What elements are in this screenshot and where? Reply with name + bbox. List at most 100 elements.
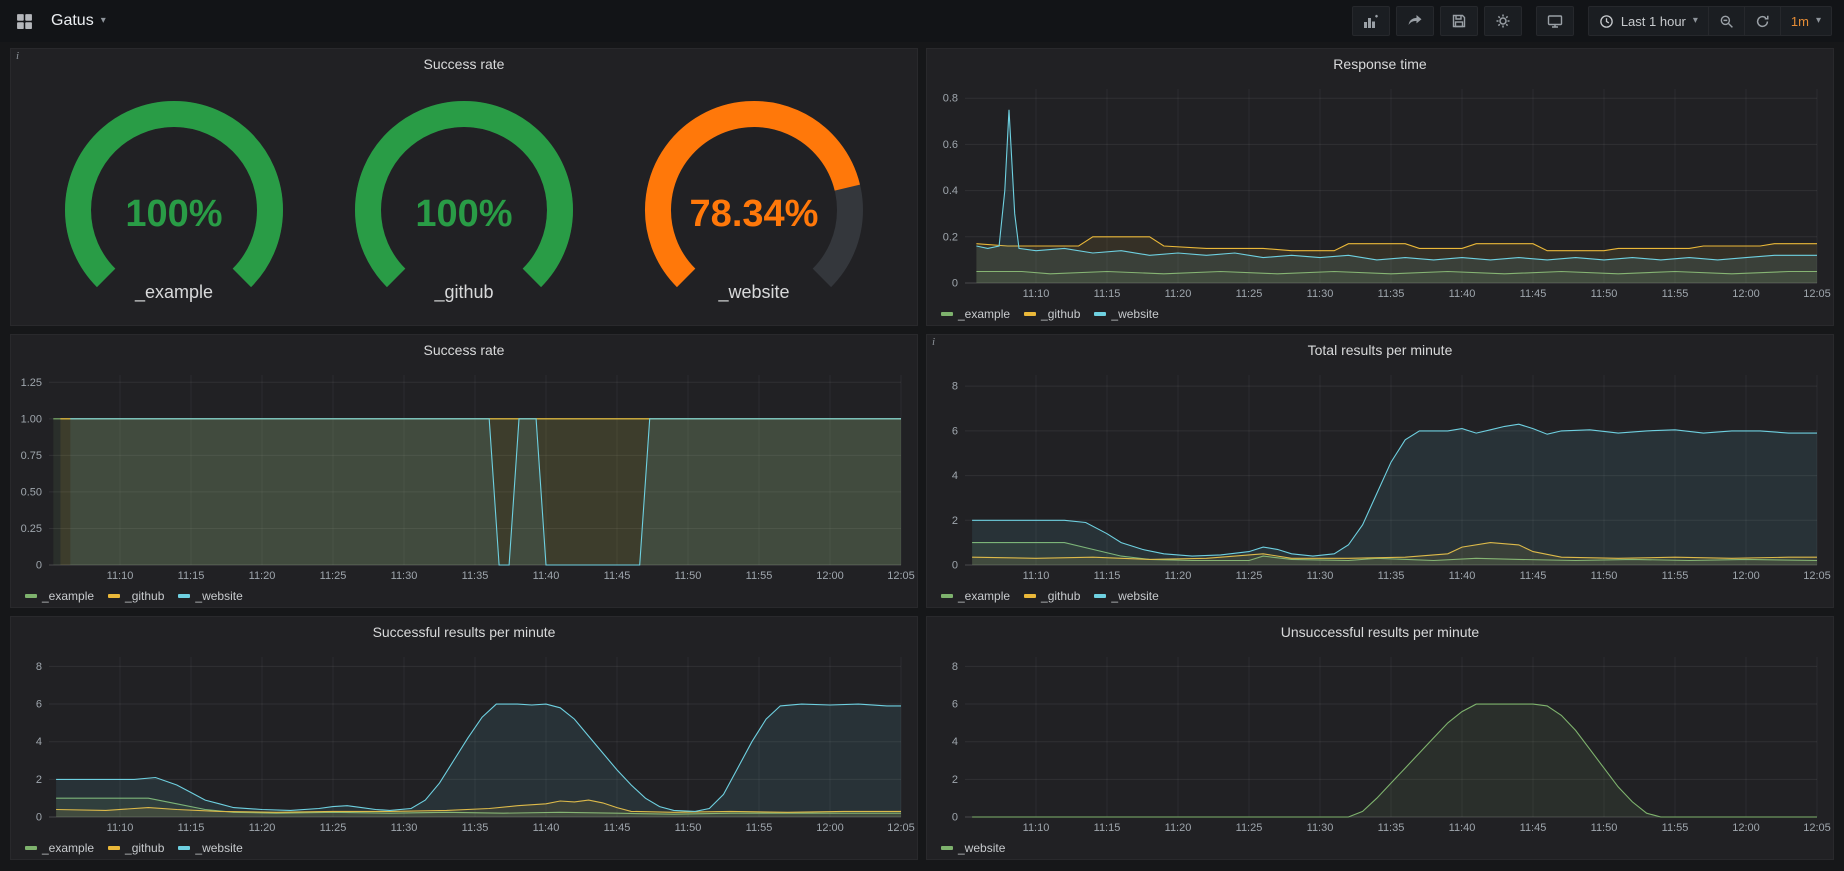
legend-color-icon: [108, 846, 120, 850]
y-tick-label: 8: [952, 381, 958, 393]
y-tick-label: 6: [36, 699, 42, 711]
legend-color-icon: [25, 594, 37, 598]
refresh-interval-dropdown[interactable]: 1m ▾: [1780, 6, 1832, 36]
gauge-canvas: 100%_example: [49, 98, 299, 303]
x-tick-label: 12:00: [1732, 288, 1760, 300]
y-tick-label: 2: [36, 774, 42, 786]
y-tick-label: 0: [952, 812, 958, 824]
legend-color-icon: [178, 846, 190, 850]
caret-down-icon: ▾: [1693, 16, 1698, 26]
panel-unsuccessful-results: Unsuccessful results per minute 11:1011:…: [926, 616, 1834, 860]
time-range-picker[interactable]: Last 1 hour ▾: [1588, 6, 1708, 36]
panel-title[interactable]: Success rate: [11, 49, 917, 79]
x-tick-label: 11:50: [1591, 288, 1618, 300]
panel-success-rate-timeseries: Success rate 11:1011:1511:2011:2511:3011…: [10, 334, 918, 608]
dashboard-title-dropdown[interactable]: Gatus ▾: [45, 8, 112, 34]
legend-item[interactable]: _website: [1094, 589, 1158, 603]
legend-label: _github: [1041, 307, 1080, 321]
legend-item[interactable]: _example: [25, 589, 94, 603]
chart-canvas[interactable]: 11:1011:1511:2011:2511:3011:3511:4011:45…: [927, 365, 1833, 585]
x-tick-label: 11:30: [1307, 570, 1334, 582]
x-tick-label: 11:55: [1662, 570, 1689, 582]
chart-canvas[interactable]: 11:1011:1511:2011:2511:3011:3511:4011:45…: [927, 79, 1833, 303]
total-results-chart[interactable]: 11:1011:1511:2011:2511:3011:3511:4011:45…: [927, 365, 1833, 585]
gauge-value: 78.34%: [690, 193, 819, 235]
legend-item[interactable]: _website: [178, 841, 242, 855]
successful-results-chart[interactable]: 11:1011:1511:2011:2511:3011:3511:4011:45…: [11, 647, 917, 837]
panel-title[interactable]: Successful results per minute: [11, 617, 917, 647]
settings-button[interactable]: [1484, 6, 1522, 36]
x-tick-label: 11:40: [533, 822, 560, 834]
cycle-view-button[interactable]: [1536, 6, 1574, 36]
refresh-button[interactable]: [1744, 6, 1780, 36]
legend-label: _github: [125, 841, 164, 855]
panel-title[interactable]: Total results per minute: [927, 335, 1833, 365]
legend-color-icon: [1094, 594, 1106, 598]
x-tick-label: 11:10: [1023, 570, 1050, 582]
panel-info-icon[interactable]: i: [16, 50, 19, 62]
x-tick-label: 12:05: [887, 570, 915, 582]
x-tick-label: 11:30: [391, 822, 418, 834]
refresh-interval-label: 1m: [1791, 14, 1809, 29]
y-tick-label: 1.25: [21, 377, 42, 389]
share-button[interactable]: [1396, 6, 1434, 36]
legend: _example _github _website: [927, 585, 1833, 607]
x-tick-label: 12:05: [887, 822, 915, 834]
x-tick-label: 11:55: [746, 822, 773, 834]
legend-label: _example: [958, 589, 1010, 603]
legend: _example _github _website: [11, 837, 917, 859]
legend-item[interactable]: _github: [108, 589, 164, 603]
legend-color-icon: [25, 846, 37, 850]
chart-canvas[interactable]: 11:1011:1511:2011:2511:3011:3511:4011:45…: [11, 365, 917, 585]
x-tick-label: 11:35: [462, 570, 489, 582]
panel-title[interactable]: Unsuccessful results per minute: [927, 617, 1833, 647]
legend-item[interactable]: _github: [1024, 589, 1080, 603]
panel-info-icon[interactable]: i: [932, 336, 935, 348]
legend-color-icon: [1024, 312, 1036, 316]
panel-total-results: i Total results per minute 11:1011:1511:…: [926, 334, 1834, 608]
caret-down-icon: ▾: [1816, 16, 1821, 26]
panel-title[interactable]: Success rate: [11, 335, 917, 365]
x-tick-label: 12:00: [1732, 570, 1760, 582]
x-tick-label: 11:55: [1662, 288, 1689, 300]
legend: _website: [927, 837, 1833, 859]
y-tick-label: 6: [952, 425, 958, 437]
add-panel-button[interactable]: [1352, 6, 1390, 36]
y-tick-label: 0: [36, 560, 42, 572]
x-tick-label: 11:35: [1378, 288, 1405, 300]
save-button[interactable]: [1440, 6, 1478, 36]
chart-canvas[interactable]: 11:1011:1511:2011:2511:3011:3511:4011:45…: [11, 647, 917, 837]
panel-title[interactable]: Response time: [927, 49, 1833, 79]
legend-item[interactable]: _example: [941, 589, 1010, 603]
gauge-canvas: 100%_github: [339, 98, 589, 303]
legend-item[interactable]: _github: [108, 841, 164, 855]
legend-item[interactable]: _example: [25, 841, 94, 855]
zoom-out-button[interactable]: [1708, 6, 1744, 36]
save-icon: [1451, 13, 1467, 29]
navbar-left: Gatus ▾: [12, 8, 112, 34]
x-tick-label: 11:15: [178, 822, 205, 834]
legend-item[interactable]: _example: [941, 307, 1010, 321]
x-tick-label: 12:05: [1803, 570, 1831, 582]
legend-item[interactable]: _website: [1094, 307, 1158, 321]
refresh-icon: [1755, 14, 1770, 29]
legend-label: _website: [195, 589, 242, 603]
x-tick-label: 11:25: [1236, 570, 1263, 582]
legend-label: _website: [1111, 307, 1158, 321]
legend-item[interactable]: _website: [941, 841, 1005, 855]
x-tick-label: 11:40: [1449, 288, 1476, 300]
chart-canvas[interactable]: 11:1011:1511:2011:2511:3011:3511:4011:45…: [927, 647, 1833, 837]
response-time-chart[interactable]: 11:1011:1511:2011:2511:3011:3511:4011:45…: [927, 79, 1833, 303]
legend-color-icon: [941, 312, 953, 316]
cycle-view-icon: [1547, 13, 1563, 29]
x-tick-label: 11:20: [249, 570, 276, 582]
x-tick-label: 11:55: [1662, 822, 1689, 834]
legend-item[interactable]: _website: [178, 589, 242, 603]
success-rate-chart[interactable]: 11:1011:1511:2011:2511:3011:3511:4011:45…: [11, 365, 917, 585]
legend-label: _example: [42, 589, 94, 603]
x-tick-label: 11:15: [1094, 822, 1121, 834]
grid-menu-button[interactable]: [12, 9, 37, 34]
legend-color-icon: [108, 594, 120, 598]
legend-item[interactable]: _github: [1024, 307, 1080, 321]
unsuccessful-results-chart[interactable]: 11:1011:1511:2011:2511:3011:3511:4011:45…: [927, 647, 1833, 837]
